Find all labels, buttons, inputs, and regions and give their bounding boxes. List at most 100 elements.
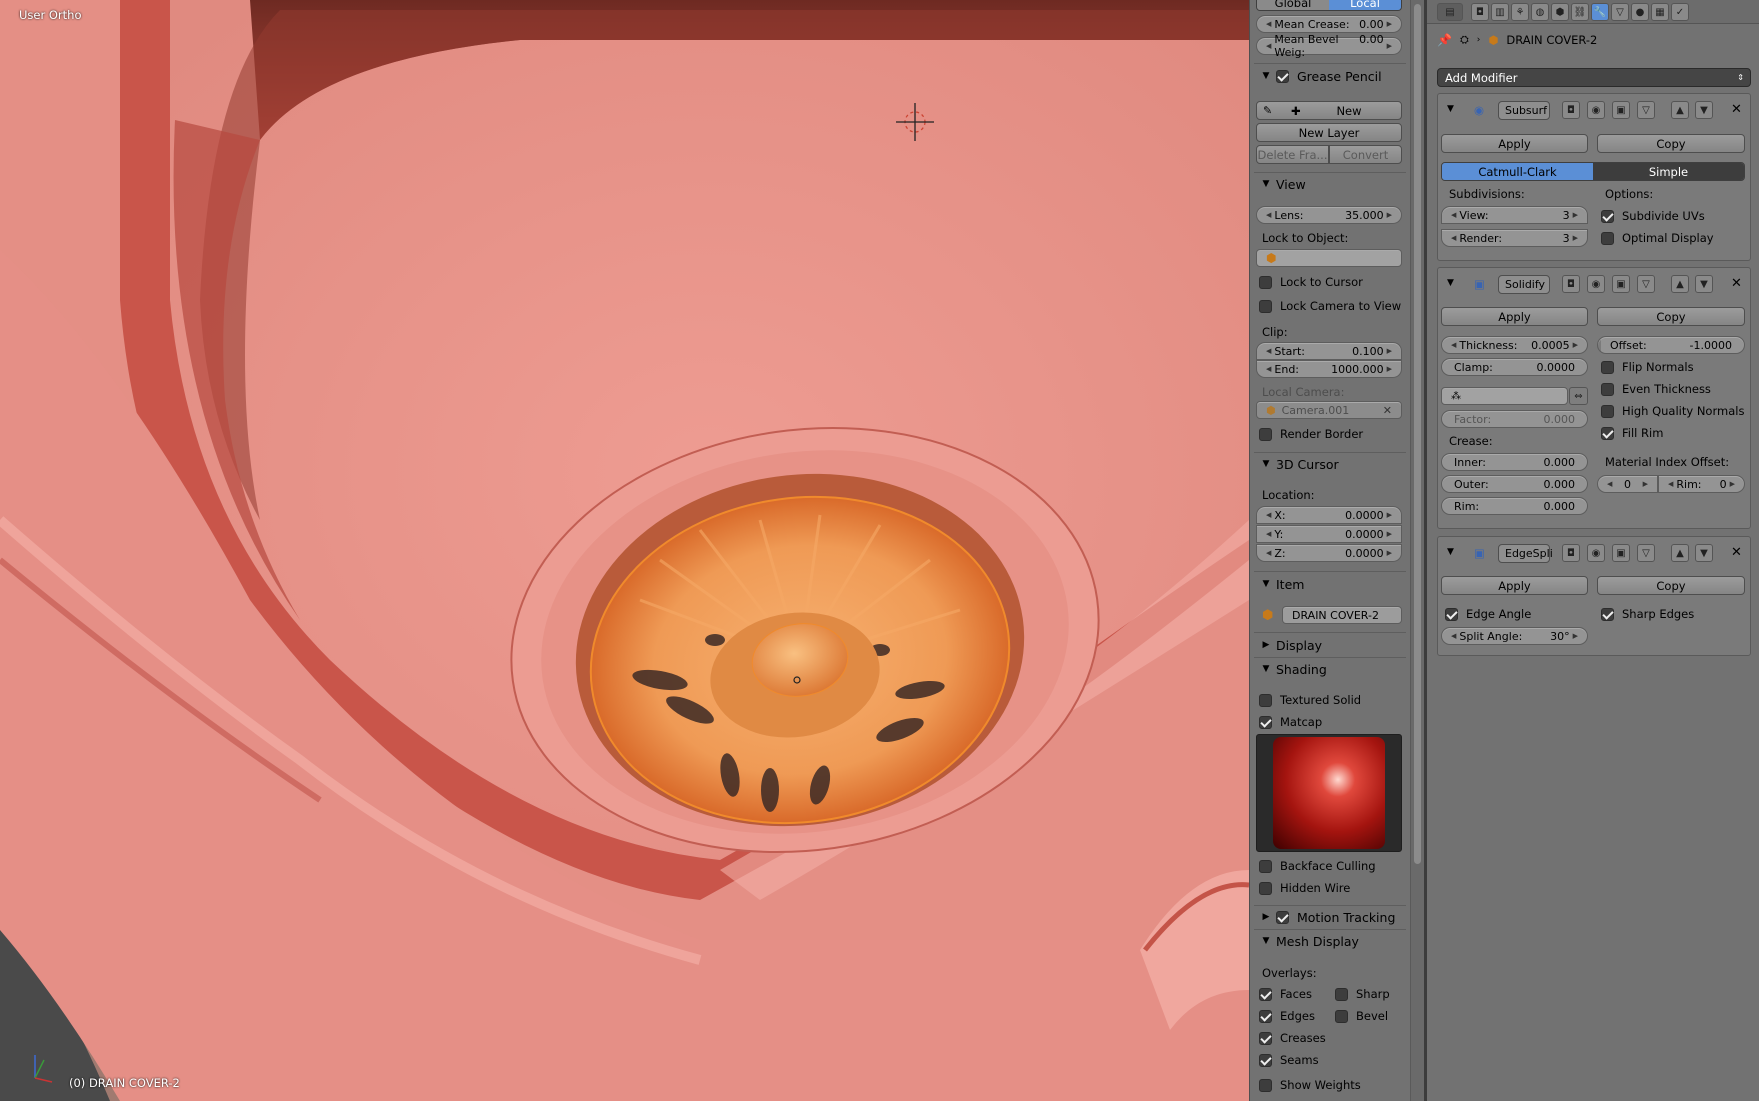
remove-modifier-icon[interactable]: ✕ — [1731, 276, 1742, 291]
vertex-group-field[interactable]: ⁂ — [1441, 387, 1568, 405]
show-weights-checkbox[interactable]: Show Weights — [1259, 1078, 1361, 1092]
matcap-preview[interactable] — [1256, 734, 1402, 852]
data-tab-icon[interactable]: ▽ — [1611, 3, 1629, 21]
render-toggle-icon[interactable]: ◘ — [1562, 544, 1580, 562]
edgesplit-copy-button[interactable]: Copy — [1597, 576, 1745, 595]
matcap-checkbox[interactable]: Matcap — [1259, 715, 1322, 729]
creases-checkbox[interactable]: Creases — [1259, 1031, 1326, 1045]
scene-tab-icon[interactable]: ⚘ — [1511, 3, 1529, 21]
3d-cursor-header[interactable]: ▼ 3D Cursor — [1260, 453, 1339, 475]
move-up-icon[interactable]: ▲ — [1671, 101, 1689, 119]
clamp-field[interactable]: Clamp: 0.0000 — [1441, 358, 1588, 376]
remove-modifier-icon[interactable]: ✕ — [1731, 102, 1742, 117]
hidden-wire-checkbox[interactable]: Hidden Wire — [1259, 881, 1350, 895]
solidify-copy-button[interactable]: Copy — [1597, 307, 1745, 326]
edge-angle-checkbox[interactable]: Edge Angle — [1445, 607, 1531, 621]
lock-camera-checkbox[interactable]: Lock Camera to View — [1259, 299, 1401, 313]
mean-crease-field[interactable]: ◀ Mean Crease: 0.00 ▶ — [1256, 15, 1402, 33]
eye-icon[interactable]: ◉ — [1587, 275, 1605, 293]
lock-to-cursor-checkbox[interactable]: Lock to Cursor — [1259, 275, 1363, 289]
texture-tab-icon[interactable]: ▦ — [1651, 3, 1669, 21]
editmode-icon[interactable]: ▣ — [1612, 544, 1630, 562]
subsurf-apply-button[interactable]: Apply — [1441, 134, 1588, 153]
offset-slider[interactable]: Offset: -1.0000 — [1597, 336, 1745, 354]
subdivide-uvs-checkbox[interactable]: Subdivide UVs — [1601, 209, 1705, 223]
solidify-name-field[interactable]: Solidify — [1498, 275, 1550, 294]
even-thickness-checkbox[interactable]: Even Thickness — [1601, 382, 1711, 396]
global-tab[interactable]: Global — [1257, 0, 1329, 10]
collapse-triangle-icon[interactable]: ▼ — [1447, 547, 1454, 557]
collapse-triangle-icon[interactable]: ▼ — [1447, 278, 1454, 288]
pin-icon[interactable]: 📌 — [1437, 33, 1452, 47]
remove-modifier-icon[interactable]: ✕ — [1731, 545, 1742, 560]
move-down-icon[interactable]: ▼ — [1695, 544, 1713, 562]
eye-icon[interactable]: ◉ — [1587, 101, 1605, 119]
material-offset-field[interactable]: ◀ 0 ▶ — [1597, 475, 1658, 493]
simple-option[interactable]: Simple — [1593, 163, 1744, 180]
view-header[interactable]: ▼ View — [1260, 173, 1306, 195]
grease-pencil-header[interactable]: ▼ Grease Pencil — [1260, 65, 1382, 87]
shading-header[interactable]: ▼ Shading — [1260, 658, 1327, 680]
grease-pencil-new-button[interactable]: ✎ ✚ New — [1256, 101, 1402, 120]
cursor-x-field[interactable]: ◀ X: 0.0000 ▶ — [1256, 506, 1402, 524]
cursor-z-field[interactable]: ◀ Z: 0.0000 ▶ — [1256, 544, 1402, 562]
flip-normals-checkbox[interactable]: Flip Normals — [1601, 360, 1694, 374]
subsurf-copy-button[interactable]: Copy — [1597, 134, 1745, 153]
local-tab[interactable]: Local — [1329, 0, 1401, 10]
crease-rim-field[interactable]: Rim: 0.000 — [1441, 497, 1588, 515]
subsurf-name-field[interactable]: Subsurf — [1498, 101, 1550, 120]
cage-icon[interactable]: ▽ — [1637, 101, 1655, 119]
display-header[interactable]: ▶ Display — [1260, 634, 1323, 656]
cursor-y-field[interactable]: ◀ Y: 0.0000 ▶ — [1256, 525, 1402, 543]
catmull-clark-option[interactable]: Catmull-Clark — [1442, 163, 1593, 180]
textured-solid-checkbox[interactable]: Textured Solid — [1259, 693, 1361, 707]
mean-bevel-field[interactable]: ◀ Mean Bevel Weig: 0.00 ▶ — [1256, 33, 1402, 59]
render-tab-icon[interactable]: ◘ — [1471, 3, 1489, 21]
cage-icon[interactable]: ▽ — [1637, 275, 1655, 293]
constraints-tab-icon[interactable]: ⛓ — [1571, 3, 1589, 21]
backface-culling-checkbox[interactable]: Backface Culling — [1259, 859, 1376, 873]
world-tab-icon[interactable]: ◍ — [1531, 3, 1549, 21]
fill-rim-checkbox[interactable]: Fill Rim — [1601, 426, 1663, 440]
motion-tracking-checkbox[interactable] — [1276, 910, 1289, 924]
faces-checkbox[interactable]: Faces — [1259, 987, 1312, 1001]
optimal-display-checkbox[interactable]: Optimal Display — [1601, 231, 1714, 245]
sharp-edges-checkbox[interactable]: Sharp Edges — [1601, 607, 1694, 621]
thickness-field[interactable]: ◀ Thickness: 0.0005 ▶ — [1441, 336, 1588, 354]
clip-start-field[interactable]: ◀ Start: 0.100 ▶ — [1256, 342, 1402, 360]
clear-x-icon[interactable]: ✕ — [1383, 404, 1392, 417]
crease-outer-field[interactable]: Outer: 0.000 — [1441, 475, 1588, 493]
move-up-icon[interactable]: ▲ — [1671, 275, 1689, 293]
seams-checkbox[interactable]: Seams — [1259, 1053, 1319, 1067]
object-tab-icon[interactable]: ⬢ — [1551, 3, 1569, 21]
new-layer-button[interactable]: New Layer — [1256, 123, 1402, 142]
convert-button[interactable]: Convert — [1329, 145, 1402, 164]
render-toggle-icon[interactable]: ◘ — [1562, 275, 1580, 293]
factor-field[interactable]: Factor: 0.000 — [1441, 410, 1588, 428]
high-quality-normals-checkbox[interactable]: High Quality Normals — [1601, 404, 1744, 418]
invert-vertex-group-icon[interactable]: ⇔ — [1569, 387, 1588, 405]
editmode-icon[interactable]: ▣ — [1612, 101, 1630, 119]
editmode-icon[interactable]: ▣ — [1612, 275, 1630, 293]
add-modifier-dropdown[interactable]: Add Modifier ⇕ — [1437, 68, 1751, 87]
item-name-field[interactable]: DRAIN COVER-2 — [1282, 606, 1402, 624]
material-tab-icon[interactable]: ● — [1631, 3, 1649, 21]
sharp-checkbox[interactable]: Sharp — [1335, 987, 1390, 1001]
render-border-checkbox[interactable]: Render Border — [1259, 427, 1363, 441]
clip-end-field[interactable]: ◀ End: 1000.000 ▶ — [1256, 360, 1402, 378]
modifiers-tab-icon[interactable]: 🔧 — [1591, 3, 1609, 21]
local-camera-field[interactable]: ⬢ Camera.001 ✕ — [1256, 401, 1402, 419]
motion-tracking-header[interactable]: ▶ Motion Tracking — [1260, 906, 1396, 928]
item-header[interactable]: ▼ Item — [1260, 573, 1305, 595]
material-rim-field[interactable]: ◀ Rim: 0 ▶ — [1658, 475, 1745, 493]
subsurf-view-field[interactable]: ◀ View: 3 ▶ — [1441, 206, 1588, 224]
delete-frame-button[interactable]: Delete Fra... — [1256, 145, 1329, 164]
mesh-display-header[interactable]: ▼ Mesh Display — [1260, 930, 1359, 952]
move-up-icon[interactable]: ▲ — [1671, 544, 1689, 562]
render-toggle-icon[interactable]: ◘ — [1562, 101, 1580, 119]
cage-icon[interactable]: ▽ — [1637, 544, 1655, 562]
edgesplit-name-field[interactable]: EdgeSpli — [1498, 544, 1553, 563]
3d-viewport[interactable]: User Ortho (0) DRAIN COVER-2 — [0, 0, 1249, 1101]
editor-type-icon[interactable]: ▤ — [1437, 3, 1463, 21]
bevel-checkbox[interactable]: Bevel — [1335, 1009, 1388, 1023]
